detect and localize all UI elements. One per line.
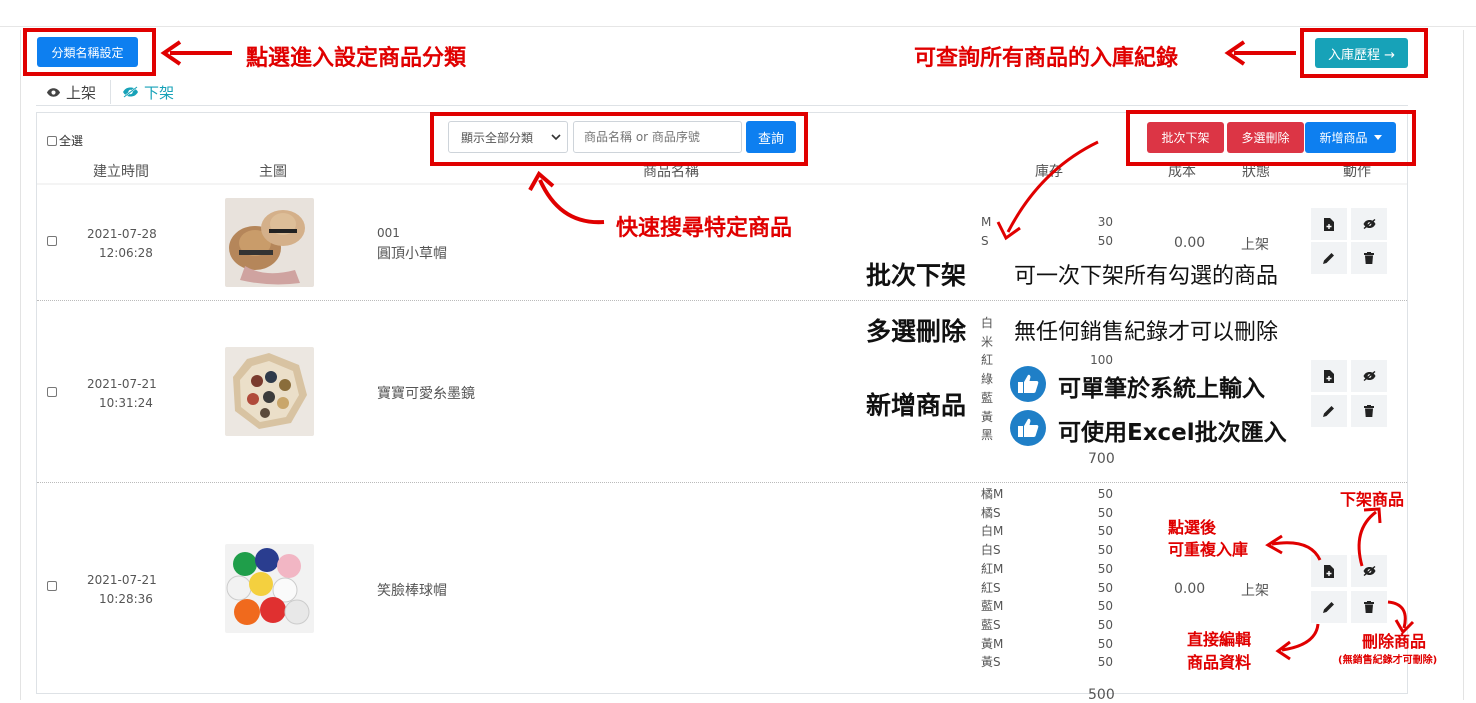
delete-button[interactable]: [1351, 242, 1387, 274]
created-date: 2021-07-28: [87, 227, 157, 241]
delete-button[interactable]: [1351, 591, 1387, 623]
highlight-action-buttons: [1126, 110, 1416, 166]
stock-line: 白S 50: [981, 543, 1113, 558]
select-all-label: 全選: [59, 134, 84, 148]
stock-line: 紅S 50: [981, 580, 1113, 595]
created-time: 12:06:28: [99, 246, 153, 260]
stock-total: 500: [1088, 687, 1115, 703]
column-header-image: 主圖: [259, 164, 287, 180]
annotation-add-title: 新增商品: [866, 391, 967, 420]
annotation-delete-title: 多選刪除: [866, 317, 967, 346]
trash-icon: [1364, 601, 1374, 613]
shelf-tabs: 上架 下架: [36, 78, 1408, 106]
eye-slash-icon: [122, 86, 139, 98]
annotation-edit-2: 商品資料: [1187, 653, 1252, 672]
highlight-history-button: [1300, 28, 1428, 78]
tab-on-shelf-label: 上架: [66, 83, 97, 102]
reinbound-button[interactable]: [1311, 208, 1347, 240]
created-time: 10:31:24: [99, 396, 153, 410]
status-value: 上架: [1241, 583, 1269, 599]
eye-slash-icon: [1363, 566, 1376, 576]
stock-line: 藍M 50: [981, 599, 1113, 614]
checkbox-box[interactable]: [47, 135, 57, 146]
off-shelf-button[interactable]: [1351, 360, 1387, 392]
select-all-checkbox[interactable]: 全選: [47, 132, 83, 149]
reinbound-button[interactable]: [1311, 555, 1347, 587]
edit-button[interactable]: [1311, 591, 1347, 623]
row-checkbox[interactable]: [47, 387, 57, 397]
product-name: 圓頂小草帽: [377, 246, 447, 262]
stock-line: 藍S 50: [981, 617, 1113, 632]
stock-line: 黃M 50: [981, 636, 1113, 651]
stock-line: M 30: [981, 215, 1113, 229]
stock-list: 橘M 50 橘S 50 白M 50 白S 50 紅M 50 紅S 50 藍M 50 藍S 50 …: [981, 485, 1113, 672]
off-shelf-button[interactable]: [1351, 208, 1387, 240]
stock-line: 白M 50: [981, 524, 1113, 539]
tab-off-shelf-label: 下架: [144, 83, 175, 102]
annotation-reinbound-2: 可重複入庫: [1168, 540, 1249, 559]
eye-slash-icon: [1363, 371, 1376, 381]
created-time: 10:28:36: [99, 592, 153, 606]
stock-line: 黃S 50: [981, 655, 1113, 670]
stock-line: 橘M 50: [981, 487, 1113, 501]
annotation-add-desc-2: 可使用Excel批次匯入: [1058, 420, 1287, 446]
cost-value: 0.00: [1174, 581, 1206, 597]
annotation-delete-product: 刪除商品: [1362, 632, 1427, 651]
column-header-created: 建立時間: [93, 164, 149, 180]
thumbs-up-icon: [1010, 366, 1046, 402]
annotation-delete-note: (無銷售紀錄才可刪除): [1338, 655, 1438, 666]
annotation-add-desc-1: 可單筆於系統上輸入: [1058, 376, 1265, 402]
trash-icon: [1364, 252, 1374, 264]
tab-off-shelf[interactable]: 下架: [122, 78, 174, 106]
file-add-icon: [1324, 217, 1334, 231]
column-header-stock: 庫存: [1035, 164, 1063, 180]
file-add-icon: [1324, 564, 1334, 578]
product-image-baseball-caps: [225, 544, 314, 633]
top-divider: [0, 26, 1476, 27]
annotation-off-shelf-product: 下架商品: [1340, 490, 1405, 509]
row-checkbox[interactable]: [47, 236, 57, 246]
trash-icon: [1364, 405, 1374, 417]
created-date: 2021-07-21: [87, 377, 157, 391]
product-name: 寶寶可愛糸墨鏡: [377, 386, 475, 402]
highlight-category-button: [23, 28, 156, 76]
annotation-reinbound-1: 點選後: [1168, 518, 1217, 537]
highlight-search-bar: [430, 112, 808, 166]
annotation-batch-title: 批次下架: [866, 261, 967, 290]
stock-line: 紅M 50: [981, 561, 1113, 576]
stock-line: 橘S 50: [981, 505, 1113, 520]
product-name: 笑臉棒球帽: [377, 583, 447, 599]
annotation-history: 可查詢所有商品的入庫紀錄: [914, 46, 1179, 71]
pencil-icon: [1323, 601, 1335, 613]
thumbs-up-icon: [1010, 410, 1046, 446]
eye-icon: [46, 87, 61, 98]
product-image-straw-hat: [225, 198, 314, 287]
delete-button[interactable]: [1351, 395, 1387, 427]
annotation-batch-desc: 可一次下架所有勾選的商品: [1014, 264, 1279, 289]
tab-on-shelf[interactable]: 上架: [46, 78, 96, 106]
annotation-edit-1: 直接編輯: [1187, 630, 1252, 649]
tab-divider: [110, 80, 111, 104]
product-sku: 001: [377, 226, 400, 240]
row-checkbox[interactable]: [47, 581, 57, 591]
stock-list: M 30 S 50: [981, 213, 1113, 250]
product-image-sunglasses: [225, 347, 314, 436]
annotation-delete-desc: 無任何銷售紀錄才可以刪除: [1014, 320, 1279, 345]
off-shelf-button[interactable]: [1351, 555, 1387, 587]
stock-total: 700: [1088, 451, 1115, 467]
eye-slash-icon: [1363, 219, 1376, 229]
annotation-search: 快速搜尋特定商品: [616, 216, 793, 241]
created-date: 2021-07-21: [87, 573, 157, 587]
annotation-category: 點選進入設定商品分類: [246, 46, 467, 71]
